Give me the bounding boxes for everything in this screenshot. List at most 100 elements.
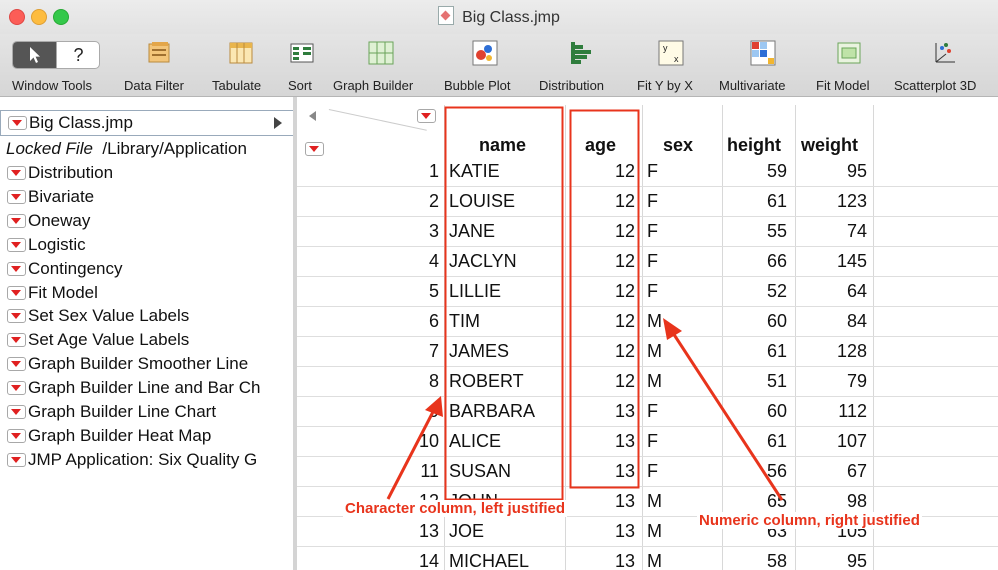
cell-height[interactable]: 59 — [731, 161, 787, 182]
cell-sex[interactable]: F — [647, 461, 658, 482]
multivariate-button[interactable]: Multivariate — [716, 34, 812, 96]
cell-weight[interactable]: 128 — [803, 341, 867, 362]
table-name-row[interactable]: Big Class.jmp — [0, 110, 293, 136]
cell-age[interactable]: 12 — [595, 341, 635, 362]
row-number[interactable]: 6 — [297, 311, 439, 332]
cell-age[interactable]: 12 — [595, 311, 635, 332]
script-item[interactable]: Oneway — [0, 209, 293, 233]
cell-name[interactable]: MICHAEL — [449, 551, 529, 570]
cell-name[interactable]: JACLYN — [449, 251, 517, 272]
cell-name[interactable]: KATIE — [449, 161, 500, 182]
cell-height[interactable]: 61 — [731, 431, 787, 452]
cell-height[interactable]: 61 — [731, 191, 787, 212]
cell-sex[interactable]: M — [647, 341, 662, 362]
columns-hotspot-icon[interactable] — [417, 109, 436, 123]
cell-weight[interactable]: 64 — [803, 281, 867, 302]
script-item[interactable]: Set Age Value Labels — [0, 328, 293, 352]
cell-height[interactable]: 52 — [731, 281, 787, 302]
cell-sex[interactable]: M — [647, 371, 662, 392]
row-number[interactable]: 4 — [297, 251, 439, 272]
script-hotspot-icon[interactable] — [7, 238, 26, 252]
table-row[interactable]: 1 KATIE 12 F 59 95 — [297, 157, 998, 187]
row-number[interactable]: 11 — [297, 461, 439, 482]
tabulate-button[interactable]: Tabulate — [208, 34, 276, 96]
script-hotspot-icon[interactable] — [7, 309, 26, 323]
script-hotspot-icon[interactable] — [7, 333, 26, 347]
cell-weight[interactable]: 84 — [803, 311, 867, 332]
window-tools-item[interactable]: Window Tools — [0, 34, 110, 96]
script-item[interactable]: Graph Builder Smoother Line — [0, 352, 293, 376]
cell-height[interactable]: 60 — [731, 311, 787, 332]
row-number[interactable]: 7 — [297, 341, 439, 362]
script-item[interactable]: Distribution — [0, 161, 293, 185]
row-number[interactable]: 14 — [297, 551, 439, 570]
cell-height[interactable]: 61 — [731, 341, 787, 362]
cell-weight[interactable]: 95 — [803, 161, 867, 182]
row-number[interactable]: 13 — [297, 521, 439, 542]
cell-name[interactable]: LILLIE — [449, 281, 501, 302]
cell-sex[interactable]: F — [647, 401, 658, 422]
cell-age[interactable]: 12 — [595, 161, 635, 182]
column-header-sex[interactable]: sex — [663, 135, 693, 157]
cell-sex[interactable]: M — [647, 551, 662, 570]
table-row[interactable]: 14 MICHAEL 13 M 58 95 — [297, 547, 998, 570]
table-row[interactable]: 2 LOUISE 12 F 61 123 — [297, 187, 998, 217]
cell-name[interactable]: ROBERT — [449, 371, 524, 392]
scatterplot-3d-button[interactable]: Scatterplot 3D — [890, 34, 998, 96]
sort-button[interactable]: Sort — [282, 34, 324, 96]
cell-age[interactable]: 13 — [595, 551, 635, 570]
cell-weight[interactable]: 79 — [803, 371, 867, 392]
row-number[interactable]: 2 — [297, 191, 439, 212]
cell-age[interactable]: 12 — [595, 371, 635, 392]
script-hotspot-icon[interactable] — [7, 453, 26, 467]
cell-weight[interactable]: 95 — [803, 551, 867, 570]
script-hotspot-icon[interactable] — [7, 405, 26, 419]
cell-height[interactable]: 65 — [731, 491, 787, 512]
cell-sex[interactable]: F — [647, 281, 658, 302]
bubble-plot-button[interactable]: Bubble Plot — [440, 34, 530, 96]
cell-height[interactable]: 51 — [731, 371, 787, 392]
script-hotspot-icon[interactable] — [7, 262, 26, 276]
table-row[interactable]: 10 ALICE 13 F 61 107 — [297, 427, 998, 457]
cell-age[interactable]: 12 — [595, 191, 635, 212]
graph-builder-button[interactable]: Graph Builder — [330, 34, 434, 96]
row-number[interactable]: 9 — [297, 401, 439, 422]
script-item[interactable]: JMP Application: Six Quality G — [0, 448, 293, 472]
cell-name[interactable]: JAMES — [449, 341, 509, 362]
cell-weight[interactable]: 74 — [803, 221, 867, 242]
row-number[interactable]: 5 — [297, 281, 439, 302]
cell-sex[interactable]: F — [647, 431, 658, 452]
script-item[interactable]: Graph Builder Heat Map — [0, 424, 293, 448]
cell-sex[interactable]: F — [647, 161, 658, 182]
column-header-weight[interactable]: weight — [801, 135, 858, 157]
cell-name[interactable]: JANE — [449, 221, 495, 242]
script-item[interactable]: Fit Model — [0, 281, 293, 305]
script-hotspot-icon[interactable] — [7, 214, 26, 228]
script-hotspot-icon[interactable] — [7, 429, 26, 443]
cell-sex[interactable]: F — [647, 251, 658, 272]
script-hotspot-icon[interactable] — [7, 166, 26, 180]
rows-hotspot-icon[interactable] — [305, 142, 324, 156]
cell-name[interactable]: BARBARA — [449, 401, 535, 422]
cell-age[interactable]: 13 — [595, 431, 635, 452]
script-item[interactable]: Graph Builder Line Chart — [0, 400, 293, 424]
cell-height[interactable]: 55 — [731, 221, 787, 242]
table-row[interactable]: 5 LILLIE 12 F 52 64 — [297, 277, 998, 307]
cell-height[interactable]: 60 — [731, 401, 787, 422]
cell-height[interactable]: 66 — [731, 251, 787, 272]
cell-name[interactable]: JOE — [449, 521, 484, 542]
table-row[interactable]: 9 BARBARA 13 F 60 112 — [297, 397, 998, 427]
script-hotspot-icon[interactable] — [7, 381, 26, 395]
script-hotspot-icon[interactable] — [7, 286, 26, 300]
cell-age[interactable]: 13 — [595, 521, 635, 542]
table-hotspot-icon[interactable] — [8, 116, 27, 130]
cell-age[interactable]: 12 — [595, 221, 635, 242]
cell-age[interactable]: 13 — [595, 491, 635, 512]
fit-y-by-x-button[interactable]: y x Fit Y by X — [632, 34, 712, 96]
column-header-height[interactable]: height — [727, 135, 781, 157]
table-row[interactable]: 6 TIM 12 M 60 84 — [297, 307, 998, 337]
expand-arrow-icon[interactable] — [274, 117, 282, 129]
cell-name[interactable]: ALICE — [449, 431, 501, 452]
cell-sex[interactable]: M — [647, 311, 662, 332]
script-item[interactable]: Logistic — [0, 233, 293, 257]
